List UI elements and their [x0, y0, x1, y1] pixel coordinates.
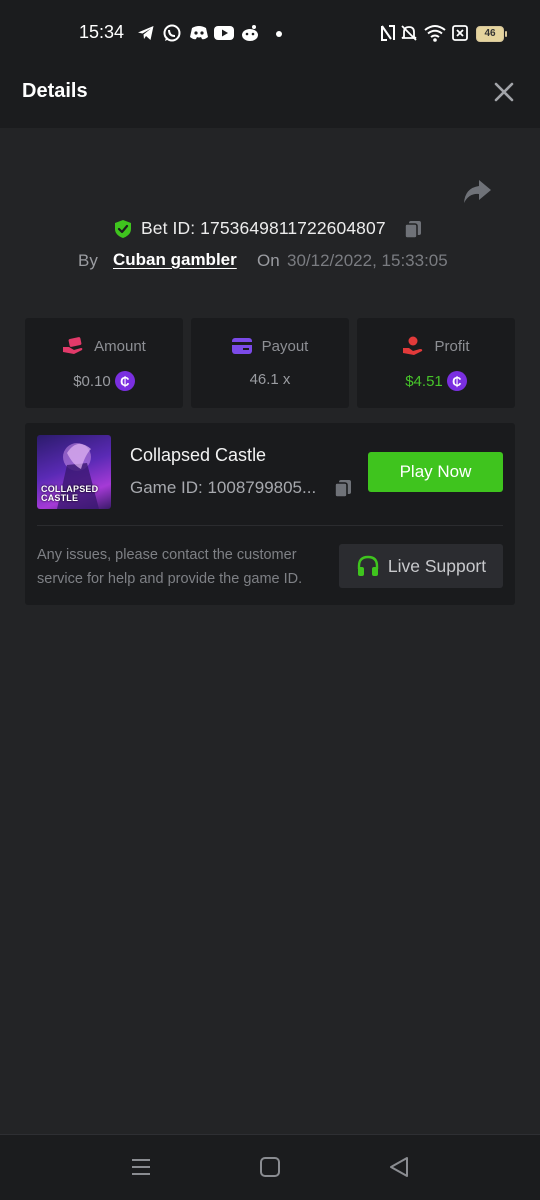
hand-coin-icon — [403, 336, 423, 355]
wifi-icon — [424, 25, 446, 42]
header-bar: Details — [0, 54, 540, 128]
discord-icon — [190, 26, 208, 40]
amount-value: $0.10 — [73, 372, 111, 390]
youtube-icon — [214, 26, 234, 40]
dot-icon — [276, 31, 282, 37]
bet-id: Bet ID: 1753649811722604807 — [141, 218, 386, 238]
play-now-button[interactable]: Play Now — [368, 452, 503, 492]
game-thumbnail[interactable]: COLLAPSED CASTLE — [37, 435, 111, 509]
amount-card: Amount $0.10 ₵ — [25, 318, 183, 408]
by-label: By — [78, 251, 98, 270]
card-icon — [231, 338, 252, 354]
home-icon[interactable] — [259, 1156, 281, 1178]
whatsapp-icon — [163, 24, 181, 42]
copy-game-id-icon[interactable] — [333, 478, 353, 498]
bet-date: 30/12/2022, 15:33:05 — [287, 251, 448, 270]
payout-card: Payout 46.1 x — [191, 318, 349, 408]
game-card: COLLAPSED CASTLE Collapsed Castle Game I… — [25, 423, 515, 605]
reddit-icon — [242, 25, 258, 41]
verified-shield-icon — [115, 220, 131, 238]
live-support-label: Live Support — [387, 555, 487, 576]
profit-label: Profit — [434, 337, 470, 355]
back-icon[interactable] — [388, 1156, 410, 1178]
amount-label: Amount — [94, 337, 146, 355]
on-label: On — [257, 251, 280, 270]
share-icon[interactable] — [461, 177, 493, 207]
coin-icon: ₵ — [446, 371, 467, 391]
nfc-icon — [381, 25, 395, 41]
telegram-icon — [138, 26, 154, 40]
close-icon[interactable] — [491, 79, 517, 105]
profit-value: $4.51 — [405, 372, 443, 390]
game-id: Game ID: 1008799805... — [130, 478, 317, 497]
status-time: 15:34 — [79, 22, 125, 42]
copy-bet-id-icon[interactable] — [403, 219, 423, 239]
coin-icon: ₵ — [114, 371, 135, 391]
headset-icon — [357, 555, 379, 576]
sim-off-icon — [452, 25, 468, 41]
live-support-button[interactable]: Live Support — [339, 544, 503, 588]
support-note: Any issues, please contact the customer … — [37, 547, 303, 587]
thumbnail-title-line-2: CASTLE — [41, 493, 79, 503]
game-name: Collapsed Castle — [130, 445, 267, 465]
battery-indicator: 46 — [476, 26, 507, 42]
mute-icon — [401, 25, 417, 41]
payout-label: Payout — [261, 337, 309, 355]
recents-icon[interactable] — [130, 1156, 152, 1178]
username-link[interactable]: Cuban gambler — [113, 250, 237, 270]
profit-card: Profit $4.51 ₵ — [357, 318, 515, 408]
hand-money-icon — [63, 337, 83, 354]
thumbnail-title: COLLAPSED CASTLE — [41, 485, 98, 503]
payout-value: 46.1 x — [249, 371, 291, 388]
page-title: Details — [22, 80, 88, 102]
divider — [37, 525, 503, 526]
